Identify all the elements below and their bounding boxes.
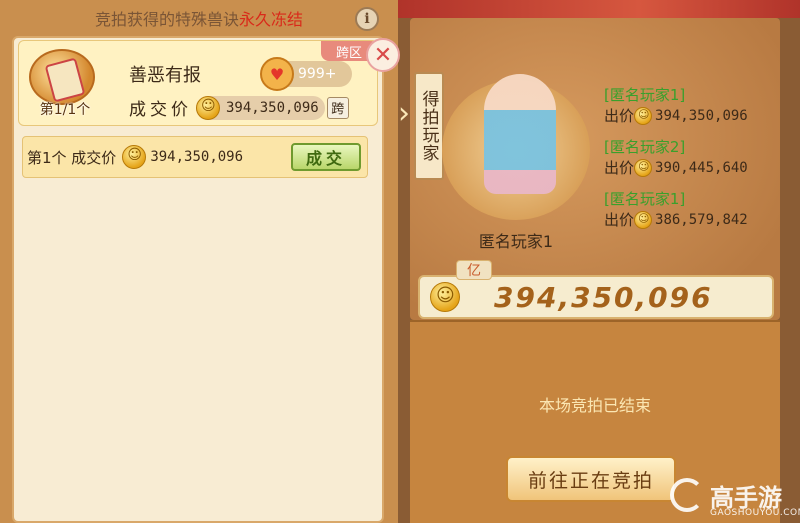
- expand-arrow-icon[interactable]: ›: [392, 96, 416, 132]
- bid-price-row: 出价 390,445,640: [604, 157, 774, 178]
- final-price: 394,350,096: [494, 280, 713, 314]
- item-card[interactable]: 第1/1个 跨区 善恶有报 ♥ 999+ 成交价 394,350,096 跨: [18, 40, 378, 126]
- heart-icon: ♥: [260, 57, 294, 91]
- bidder-name: [匿名玩家2]: [604, 138, 686, 156]
- winner-avatar: [484, 74, 556, 194]
- gold-coin-icon: [634, 158, 653, 177]
- like-count: 999+: [298, 66, 337, 82]
- top-decoration: [398, 0, 800, 18]
- site-watermark: 高手游 GAOSHOUYOU.COM: [670, 476, 800, 520]
- auction-result-panel: › 得拍玩家 匿名玩家1 [匿名玩家1] 出价 394,350,096 [匿名玩…: [398, 0, 800, 523]
- record-price: 394,350,096: [150, 149, 244, 165]
- deal-label: 成交价: [129, 100, 192, 120]
- deal-price: 394,350,096: [226, 99, 319, 116]
- auction-ended-text: 本场竞拍已结束: [538, 396, 651, 415]
- info-icon[interactable]: i: [355, 7, 379, 31]
- deal-record-row: 第1个 成交价 394,350,096 成交: [22, 136, 368, 178]
- bid-label: 出价: [604, 159, 635, 177]
- bid-history-list: [匿名玩家1] 出价 394,350,096 [匿名玩家2] 出价 390,44…: [604, 84, 774, 240]
- like-counter[interactable]: ♥ 999+: [260, 57, 352, 91]
- deal-done-button[interactable]: 成交: [291, 143, 361, 171]
- bidder-name: [匿名玩家1]: [604, 190, 686, 208]
- goto-live-auction-button[interactable]: 前往正在竞拍: [506, 456, 676, 502]
- item-count: 第1/1个: [39, 102, 91, 118]
- scroll-icon: [29, 49, 95, 105]
- bid-price-row: 出价 394,350,096: [604, 105, 774, 126]
- bid-entry: [匿名玩家1] 出价 394,350,096: [604, 84, 774, 126]
- bid-price-row: 出价 386,579,842: [604, 209, 774, 230]
- bid-price: 390,445,640: [655, 159, 748, 176]
- freeze-notice: 竞拍获得的特殊兽诀 永久冻结: [0, 0, 398, 36]
- bid-label: 出价: [604, 107, 635, 125]
- gold-coin-icon: [634, 106, 653, 125]
- notice-highlight: 永久冻结: [239, 10, 304, 29]
- gold-coin-icon: [196, 95, 220, 120]
- winner-tab: 得拍玩家: [414, 72, 444, 180]
- winner-name: 匿名玩家1: [478, 232, 554, 251]
- bid-label: 出价: [604, 211, 635, 229]
- cross-server-button[interactable]: 跨: [326, 96, 349, 119]
- bid-entry: [匿名玩家2] 出价 390,445,640: [604, 136, 774, 178]
- item-name: 善恶有报: [129, 65, 201, 86]
- unit-tag: 亿: [456, 260, 492, 280]
- gold-coin-icon: [122, 145, 147, 169]
- deal-price-row: 成交价 394,350,096 跨: [129, 95, 349, 120]
- bidder-name: [匿名玩家1]: [604, 86, 686, 104]
- bid-price: 394,350,096: [655, 107, 748, 124]
- bid-entry: [匿名玩家1] 出价 386,579,842: [604, 188, 774, 230]
- brand-logo-icon: [670, 478, 704, 512]
- bid-price: 386,579,842: [655, 211, 748, 228]
- gold-coin-icon: [634, 210, 653, 229]
- final-price-bar: 394,350,096: [418, 275, 774, 319]
- gold-coin-icon: [430, 282, 460, 312]
- notice-text: 竞拍获得的特殊兽诀: [94, 10, 239, 29]
- close-icon[interactable]: ✕: [366, 38, 400, 72]
- watermark-site: GAOSHOUYOU.COM: [710, 508, 800, 518]
- deal-price-box: 394,350,096: [196, 95, 325, 120]
- auction-detail-panel: 竞拍获得的特殊兽诀 永久冻结 i 第1/1个 跨区 善恶有报 ♥ 999+ 成交价…: [0, 0, 398, 523]
- record-label: 第1个 成交价: [27, 148, 117, 167]
